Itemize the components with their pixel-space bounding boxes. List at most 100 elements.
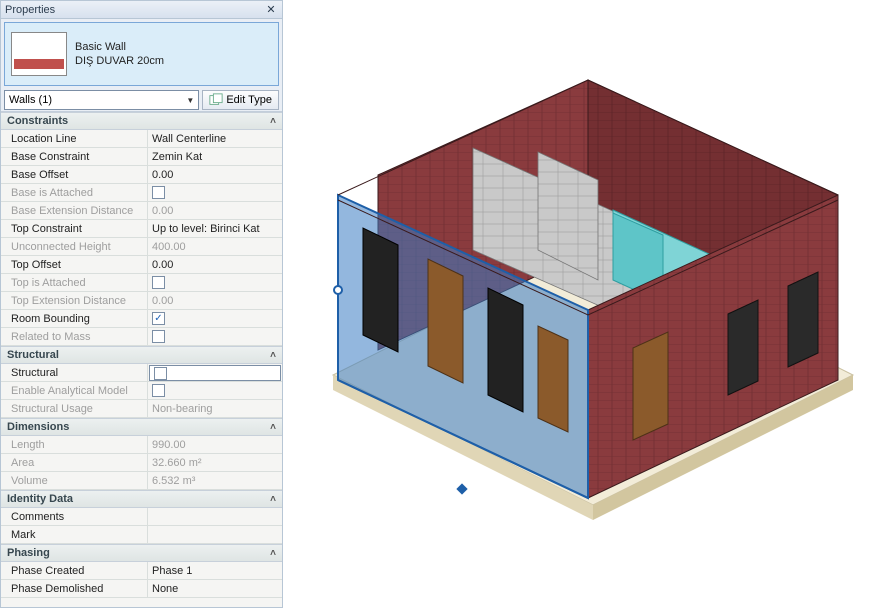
family-row: Walls (1) ▼ Edit Type — [1, 89, 282, 111]
property-row[interactable]: Structural — [1, 364, 282, 382]
family-dropdown[interactable]: Walls (1) ▼ — [4, 90, 199, 110]
family-dropdown-label: Walls (1) — [9, 94, 52, 106]
door-left-3 — [488, 288, 523, 412]
property-label: Comments — [1, 508, 148, 525]
group-title: Constraints — [7, 115, 68, 127]
checkbox — [152, 276, 165, 289]
property-value: 990.00 — [148, 436, 282, 453]
collapse-icon[interactable]: ˄ — [270, 494, 276, 505]
property-value[interactable] — [148, 508, 282, 525]
property-row: Enable Analytical Model — [1, 382, 282, 400]
property-value[interactable]: ✓ — [148, 310, 282, 327]
checkbox — [152, 186, 165, 199]
flip-control-icon[interactable] — [456, 483, 467, 494]
property-label: Top Extension Distance — [1, 292, 148, 309]
property-row[interactable]: Location LineWall Centerline — [1, 130, 282, 148]
property-value: 0.00 — [148, 292, 282, 309]
property-label: Enable Analytical Model — [1, 382, 148, 399]
close-icon[interactable]: ✕ — [264, 3, 278, 17]
group-title: Dimensions — [7, 421, 69, 433]
property-row: Top Extension Distance0.00 — [1, 292, 282, 310]
group-header[interactable]: Identity Data ˄ — [1, 490, 282, 508]
property-row: Unconnected Height400.00 — [1, 238, 282, 256]
property-row: Base is Attached — [1, 184, 282, 202]
group-header[interactable]: Dimensions ˄ — [1, 418, 282, 436]
property-label: Related to Mass — [1, 328, 148, 345]
property-value — [148, 328, 282, 345]
property-value — [148, 382, 282, 399]
property-row[interactable]: Base ConstraintZemin Kat — [1, 148, 282, 166]
chevron-down-icon: ▼ — [186, 96, 194, 105]
property-row[interactable]: Top ConstraintUp to level: Birinci Kat — [1, 220, 282, 238]
type-family: Basic Wall — [75, 40, 164, 54]
property-value[interactable]: 0.00 — [148, 166, 282, 183]
viewport-3d[interactable] — [283, 0, 872, 608]
collapse-icon[interactable]: ˄ — [270, 548, 276, 559]
property-value[interactable]: Phase 1 — [148, 562, 282, 579]
door-left-1 — [363, 228, 398, 352]
property-label: Top Constraint — [1, 220, 148, 237]
property-row[interactable]: Comments — [1, 508, 282, 526]
panel-header: Properties ✕ — [1, 1, 282, 19]
property-row[interactable]: Phase CreatedPhase 1 — [1, 562, 282, 580]
collapse-icon[interactable]: ˄ — [270, 350, 276, 361]
panel-title: Properties — [5, 4, 264, 16]
property-row: Length990.00 — [1, 436, 282, 454]
property-row: Base Extension Distance0.00 — [1, 202, 282, 220]
checkbox[interactable]: ✓ — [152, 312, 165, 325]
property-label: Top is Attached — [1, 274, 148, 291]
window-right-1 — [728, 300, 758, 395]
property-value — [148, 274, 282, 291]
checkbox — [152, 330, 165, 343]
property-label: Location Line — [1, 130, 148, 147]
property-row: Top is Attached — [1, 274, 282, 292]
type-swatch — [11, 32, 67, 76]
property-value[interactable]: 0.00 — [148, 256, 282, 273]
property-value[interactable]: Up to level: Birinci Kat — [148, 220, 282, 237]
checkbox[interactable] — [154, 367, 167, 380]
window-right-2 — [788, 272, 818, 367]
property-row[interactable]: Phase DemolishedNone — [1, 580, 282, 598]
property-value[interactable]: Wall Centerline — [148, 130, 282, 147]
group-title: Identity Data — [7, 493, 73, 505]
property-row: Volume6.532 m³ — [1, 472, 282, 490]
collapse-icon[interactable]: ˄ — [270, 116, 276, 127]
checkbox — [152, 384, 165, 397]
property-value[interactable]: None — [148, 580, 282, 597]
group-header[interactable]: Structural˄ — [1, 346, 282, 364]
type-name: DIŞ DUVAR 20cm — [75, 54, 164, 68]
property-row: Structural UsageNon-bearing — [1, 400, 282, 418]
edit-type-label: Edit Type — [226, 94, 272, 106]
property-row[interactable]: Base Offset0.00 — [1, 166, 282, 184]
property-label: Base Offset — [1, 166, 148, 183]
property-value[interactable] — [149, 365, 281, 381]
group-header[interactable]: Phasing˄ — [1, 544, 282, 562]
property-label: Base Extension Distance — [1, 202, 148, 219]
property-label: Area — [1, 454, 148, 471]
property-row[interactable]: Room Bounding✓ — [1, 310, 282, 328]
property-label: Structural Usage — [1, 400, 148, 417]
property-label: Top Offset — [1, 256, 148, 273]
property-value: 32.660 m² — [148, 454, 282, 471]
property-value: Non-bearing — [148, 400, 282, 417]
edit-type-button[interactable]: Edit Type — [202, 90, 279, 110]
property-label: Unconnected Height — [1, 238, 148, 255]
group-header[interactable]: Constraints ˄ — [1, 112, 282, 130]
property-label: Phase Created — [1, 562, 148, 579]
property-row[interactable]: Mark — [1, 526, 282, 544]
property-label: Structural — [1, 364, 148, 381]
property-label: Volume — [1, 472, 148, 489]
property-value[interactable]: Zemin Kat — [148, 148, 282, 165]
collapse-icon[interactable]: ˄ — [270, 422, 276, 433]
property-label: Phase Demolished — [1, 580, 148, 597]
type-selector[interactable]: Basic Wall DIŞ DUVAR 20cm — [4, 22, 279, 86]
property-value — [148, 184, 282, 201]
property-row[interactable]: Top Offset0.00 — [1, 256, 282, 274]
grip-icon[interactable] — [334, 286, 342, 294]
edit-type-icon — [209, 93, 223, 107]
property-value: 0.00 — [148, 202, 282, 219]
property-label: Base Constraint — [1, 148, 148, 165]
property-value[interactable] — [148, 526, 282, 543]
type-text: Basic Wall DIŞ DUVAR 20cm — [75, 40, 164, 68]
property-value: 400.00 — [148, 238, 282, 255]
